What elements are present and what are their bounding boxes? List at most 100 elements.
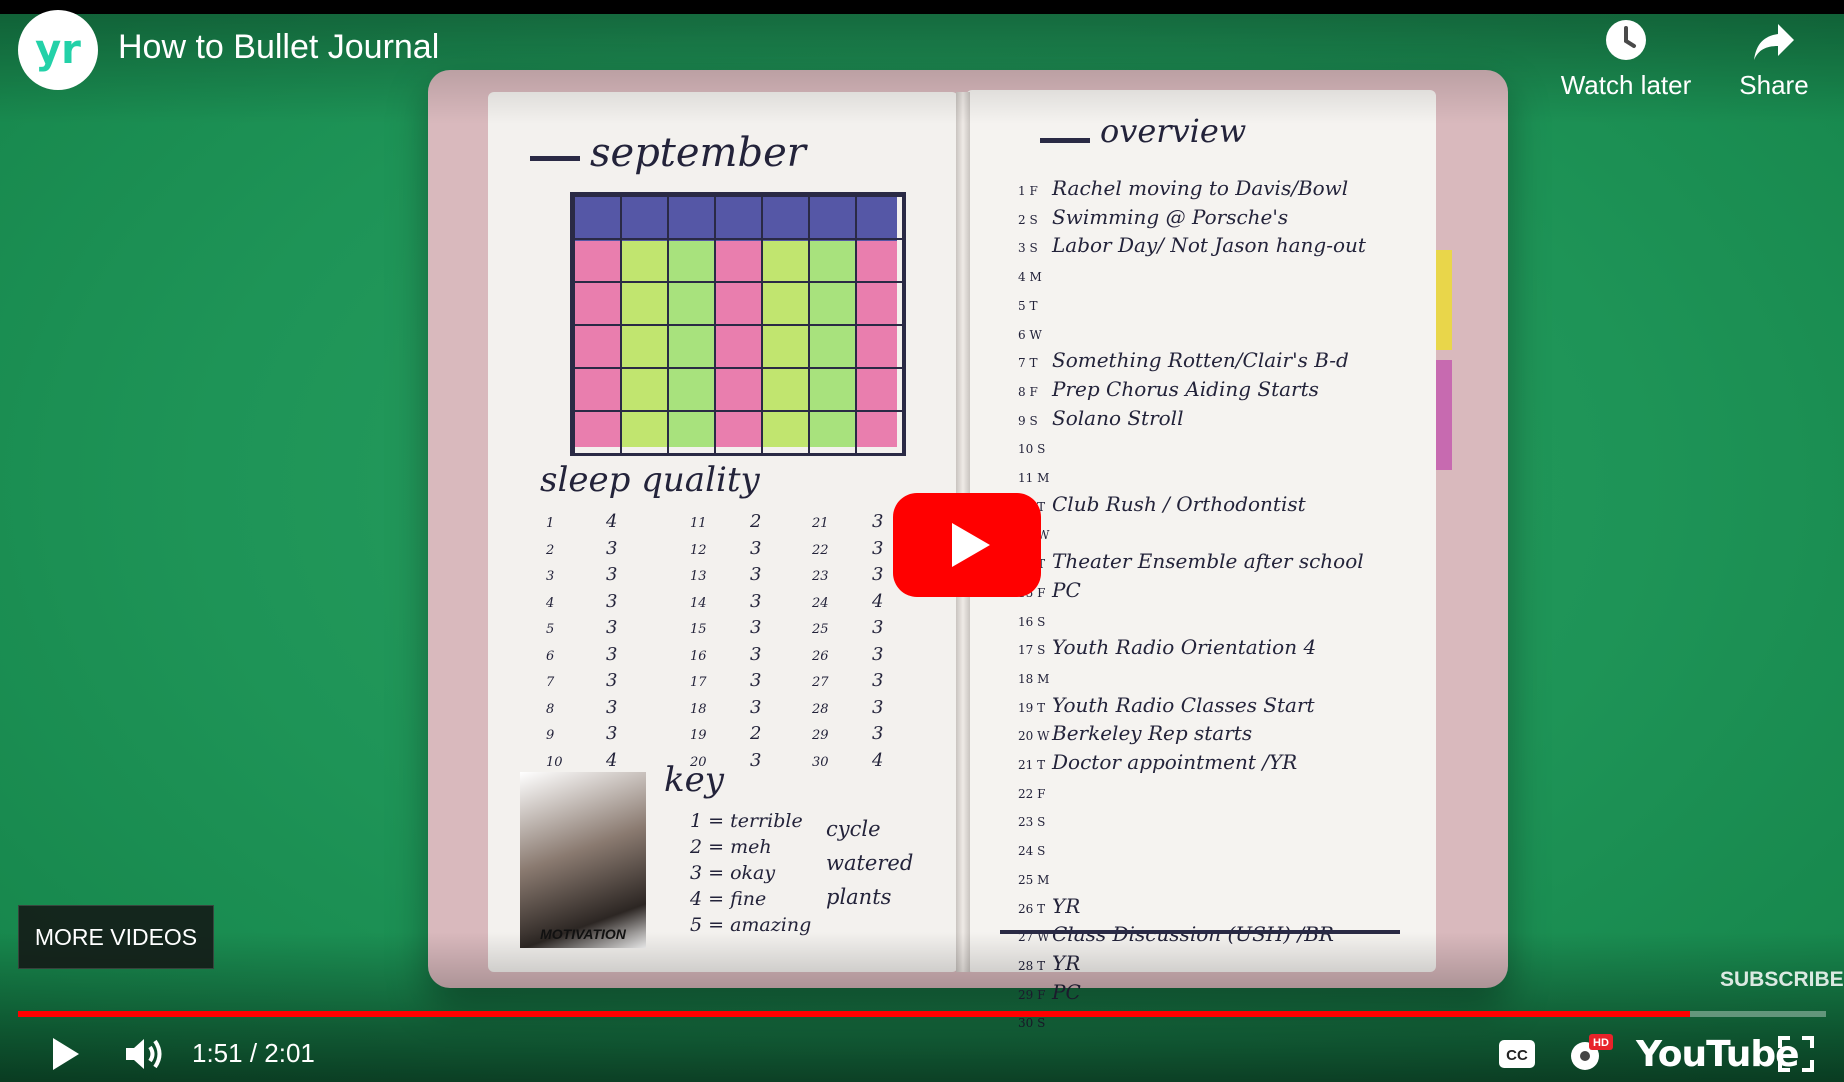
overview-row: 6 W (1018, 320, 1366, 349)
sleep-rating: 3 (750, 696, 762, 718)
sleep-rating: 3 (872, 564, 884, 585)
overview-date: 24 S (1018, 844, 1046, 859)
volume-button[interactable] (118, 1032, 174, 1076)
sleep-row: 14 (546, 510, 617, 537)
overview-date: 5 T (1018, 298, 1038, 313)
sleep-day: 30 (812, 754, 829, 770)
sleep-rating: 3 (750, 617, 762, 638)
fullscreen-icon (1778, 1036, 1814, 1072)
overview-date: 1 F (1018, 184, 1038, 198)
sleep-rating: 3 (872, 511, 884, 532)
cc-icon: CC (1499, 1040, 1535, 1068)
overview-date: 6 W (1018, 327, 1042, 342)
sleep-day: 25 (812, 622, 829, 637)
sleep-rating: 3 (606, 564, 618, 585)
overview-date: 10 S (1018, 442, 1046, 457)
sleep-day: 9 (546, 728, 555, 743)
sleep-rating: 2 (750, 511, 762, 532)
overview-row: 23 S (1018, 807, 1366, 836)
video-player[interactable]: september sleep quality 1423334353637383… (0, 0, 1844, 1082)
sleep-rating: 3 (872, 617, 884, 638)
overview-date: 4 M (1018, 270, 1042, 285)
sleep-rating: 3 (606, 643, 618, 665)
sleep-column-3: 21 3 22 3 23 3 24 4 25 3 26 3 27 3 28 3 29 3 30 4 (812, 510, 883, 775)
sleep-row: 29 3 (812, 722, 883, 749)
key-extra-item: watered (826, 851, 914, 875)
sleep-day: 3 (546, 569, 555, 584)
sleep-rating: 3 (872, 723, 884, 744)
overview-event: YR (1052, 893, 1081, 918)
overview-event: Prep Chorus Aiding Starts (1052, 376, 1319, 401)
large-play-button[interactable] (893, 493, 1041, 597)
overview-row: 3 S Labor Day/ Not Jason hang-out (1018, 233, 1366, 262)
settings-button[interactable]: HD (1564, 1032, 1614, 1076)
key-item: 4 = fine (690, 888, 767, 910)
subscribe-watermark[interactable]: SUBSCRIBE (1720, 968, 1844, 992)
sleep-row: 93 (546, 722, 617, 749)
captions-button[interactable]: CC (1494, 1032, 1540, 1076)
overview-row: 14 TTheater Ensemble after school (1018, 549, 1366, 578)
overview-event: Doctor appointment /YR (1052, 750, 1298, 775)
overview-row: 13 W (1018, 520, 1366, 549)
overview-row: 19 T Youth Radio Classes Start (1018, 693, 1366, 722)
sleep-row: 73 (546, 669, 617, 696)
sleep-row: 33 (546, 563, 617, 590)
sleep-day: 6 (546, 648, 555, 664)
time-display: 1:51 / 2:01 (192, 1038, 315, 1068)
volume-icon (126, 1039, 162, 1069)
overview-row: 18 M (1018, 664, 1366, 693)
watch-later-button[interactable]: Watch later (1546, 10, 1706, 101)
sleep-rating: 3 (606, 723, 618, 744)
sleep-row: 17 3 (690, 669, 761, 696)
sleep-row: 19 2 (690, 722, 761, 749)
overview-date: 20 W (1018, 729, 1050, 744)
september-heading: september (530, 130, 910, 176)
sleep-row: 27 3 (812, 669, 883, 696)
overview-date: 18 M (1018, 671, 1050, 686)
sleep-day: 17 (690, 675, 707, 690)
overview-list: 1 F Rachel moving to Davis/Bowl 2 S Swimmin… (1018, 176, 1366, 1037)
sleep-row: 22 3 (812, 537, 883, 564)
sleep-day: 8 (546, 701, 555, 717)
channel-avatar[interactable]: yr (18, 10, 98, 90)
motivation-photo: MOTIVATION (520, 772, 646, 948)
overview-date: 21 T (1018, 758, 1046, 773)
overview-row: 25 M (1018, 865, 1366, 894)
sleep-row: 18 3 (690, 696, 761, 723)
overview-row: 10 S (1018, 434, 1366, 463)
cc-text: CC (1506, 1047, 1528, 1064)
overview-event: Theater Ensemble after school (1052, 549, 1364, 574)
overview-date: 25 M (1018, 872, 1050, 887)
key-item: 3 = okay (690, 862, 776, 884)
overview-row: 1 F Rachel moving to Davis/Bowl (1018, 176, 1366, 205)
fullscreen-button[interactable] (1774, 1032, 1818, 1076)
sleep-day: 7 (546, 675, 555, 690)
sleep-day: 27 (812, 675, 829, 690)
sleep-day: 12 (690, 542, 707, 558)
sleep-row: 53 (546, 616, 617, 643)
channel-logo-text: yr (35, 27, 81, 73)
overview-row: 16 S (1018, 607, 1366, 636)
overview-row: 15 F PC (1018, 578, 1366, 607)
key-extra: cycle watered plants (826, 812, 913, 914)
progress-bar[interactable] (18, 1011, 1826, 1017)
sleep-rating: 3 (750, 564, 762, 585)
overview-date: 26 T (1018, 901, 1046, 916)
sleep-day: 29 (812, 728, 829, 743)
sleep-row: 30 4 (812, 749, 883, 776)
watch-later-label: Watch later (1560, 70, 1692, 100)
overview-date: 22 F (1018, 786, 1046, 801)
overview-row: 20 W Berkeley Rep starts (1018, 721, 1366, 750)
video-title[interactable]: How to Bullet Journal (118, 28, 439, 67)
sleep-row: 63 (546, 643, 617, 670)
overview-event: Swimming @ Porsche's (1052, 204, 1289, 229)
overview-row: 9 S Solano Stroll (1018, 406, 1366, 435)
overview-event: Something Rotten/Clair's B-d (1052, 348, 1349, 373)
sleep-rating: 3 (606, 696, 618, 718)
overview-date: 17 S (1018, 643, 1046, 658)
sleep-rating: 3 (872, 537, 884, 559)
share-button[interactable]: Share (1694, 10, 1844, 101)
play-button[interactable] (40, 1032, 90, 1076)
more-videos-button[interactable]: MORE VIDEOS (18, 905, 214, 969)
sleep-row: 26 3 (812, 643, 883, 670)
